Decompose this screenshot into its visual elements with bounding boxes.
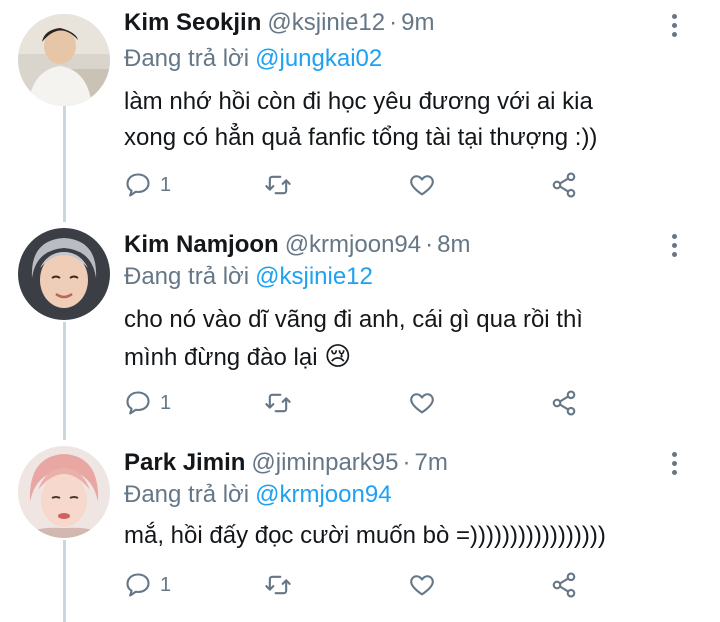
tweet-text: cho nó vào dĩ vãng đi anh, cái gì qua rồ… [124, 302, 694, 376]
reply-button[interactable]: 1 [124, 388, 171, 418]
reply-button[interactable]: 1 [124, 570, 171, 600]
crying-face-icon: 😢 [324, 341, 352, 371]
reply-icon [126, 573, 150, 597]
retweet-button[interactable] [264, 170, 292, 200]
reply-button[interactable]: 1 [124, 170, 171, 200]
separator: · [402, 449, 411, 476]
reply-count: 1 [160, 173, 172, 196]
tweet-text: mắ, hồi đấy đọc cười muốn bò =))))))))))… [124, 518, 694, 554]
replying-to: Đang trả lời @ksjinie12 [124, 262, 373, 292]
display-name[interactable]: Kim Namjoon [124, 231, 279, 258]
share-icon [552, 572, 576, 598]
replying-to: Đang trả lời @krmjoon94 [124, 480, 392, 510]
reply-icon [126, 391, 150, 415]
replying-to-label: Đang trả lời [124, 481, 250, 508]
display-name[interactable]: Park Jimin [124, 449, 245, 476]
tweet[interactable]: Kim Seokjin @ksjinie12 · 9m Đang trả lời @ju… [0, 0, 720, 218]
tweet-text-line: cho nó vào dĩ vãng đi anh, cái gì qua rồ… [124, 306, 583, 333]
tweet-text-part: mình đừng đào lại [124, 344, 318, 371]
tweet[interactable]: Park Jimin @jiminpark95 · 7m Đang trả lời @k… [0, 436, 720, 622]
timestamp[interactable]: 7m [415, 449, 448, 476]
mention-link[interactable]: @krmjoon94 [255, 481, 391, 508]
avatar[interactable] [18, 446, 110, 538]
user-handle[interactable]: @ksjinie12 [267, 9, 385, 36]
timestamp[interactable]: 9m [401, 9, 434, 36]
tweet-text-line: xong có hẳn quả fanfic tổng tài tại thượ… [124, 124, 598, 151]
separator: · [425, 231, 434, 258]
more-icon[interactable] [664, 230, 684, 260]
reply-count: 1 [160, 391, 172, 414]
share-button[interactable] [550, 170, 578, 200]
tweet-actions: 1 [124, 388, 594, 418]
avatar[interactable] [18, 14, 110, 106]
tweet-text-line: mình đừng đào lại 😢 [124, 338, 694, 376]
reply-count: 1 [160, 573, 172, 596]
like-icon [410, 393, 434, 414]
tweet-actions: 1 [124, 170, 594, 200]
user-handle[interactable]: @krmjoon94 [285, 231, 421, 258]
tweet-header: Kim Namjoon @krmjoon94 · 8m [124, 230, 470, 260]
reply-icon [126, 173, 150, 197]
retweet-icon [265, 393, 291, 413]
share-icon [552, 390, 576, 416]
like-button[interactable] [408, 388, 436, 418]
retweet-icon [265, 175, 291, 195]
user-handle[interactable]: @jiminpark95 [251, 449, 398, 476]
share-button[interactable] [550, 570, 578, 600]
separator: · [389, 9, 398, 36]
display-name[interactable]: Kim Seokjin [124, 9, 261, 36]
replying-to-label: Đang trả lời [124, 263, 250, 290]
more-icon[interactable] [664, 448, 684, 478]
tweet-text: làm nhớ hồi còn đi học yêu đương với ai … [124, 84, 694, 156]
like-button[interactable] [408, 170, 436, 200]
like-icon [410, 575, 434, 596]
tweet[interactable]: Kim Namjoon @krmjoon94 · 8m Đang trả lời @ks… [0, 218, 720, 436]
mention-link[interactable]: @ksjinie12 [255, 263, 373, 290]
replying-to: Đang trả lời @jungkai02 [124, 44, 382, 74]
like-button[interactable] [408, 570, 436, 600]
mention-link[interactable]: @jungkai02 [255, 45, 382, 72]
retweet-button[interactable] [264, 570, 292, 600]
replying-to-label: Đang trả lời [124, 45, 250, 72]
timestamp[interactable]: 8m [437, 231, 470, 258]
tweet-actions: 1 [124, 570, 594, 600]
tweet-header: Kim Seokjin @ksjinie12 · 9m [124, 8, 434, 38]
tweet-text-line: mắ, hồi đấy đọc cười muốn bò =))))))))))… [124, 522, 606, 549]
more-icon[interactable] [664, 10, 684, 40]
tweet-text-line: làm nhớ hồi còn đi học yêu đương với ai … [124, 88, 593, 115]
avatar[interactable] [18, 228, 110, 320]
tweet-header: Park Jimin @jiminpark95 · 7m [124, 448, 448, 478]
share-icon [552, 172, 576, 198]
retweet-button[interactable] [264, 388, 292, 418]
retweet-icon [265, 575, 291, 595]
share-button[interactable] [550, 388, 578, 418]
like-icon [410, 175, 434, 196]
